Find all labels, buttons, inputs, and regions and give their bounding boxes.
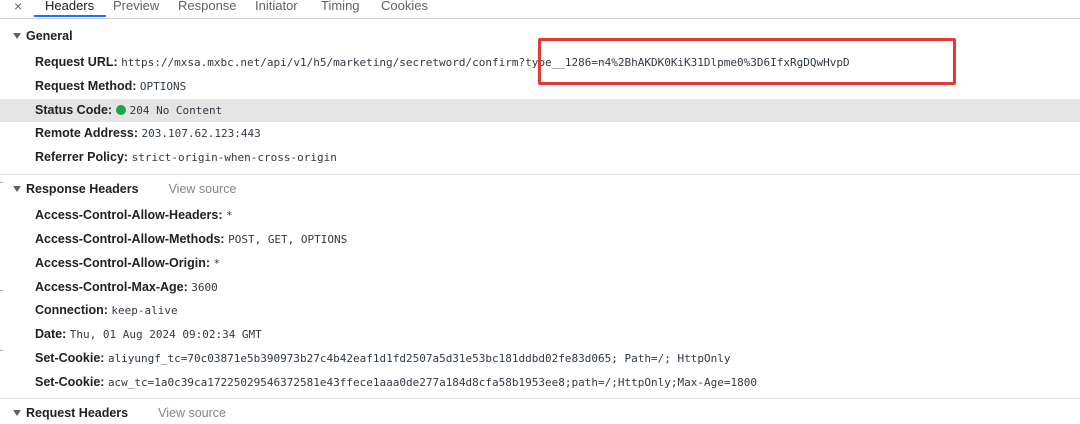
request-url-label: Request URL: (35, 55, 118, 69)
expand-triangle-icon (13, 185, 21, 192)
status-code-row: Status Code: 204 No Content (0, 99, 1080, 122)
devtools-tab-bar: × Headers Preview Response Initiator Tim… (0, 0, 1080, 19)
header-value: keep-alive (111, 304, 178, 317)
tab-preview[interactable]: Preview (113, 0, 159, 18)
edge-mark (0, 350, 3, 351)
response-headers-section-header[interactable]: Response Headers View source (0, 178, 1080, 200)
response-view-source-link[interactable]: View source (169, 182, 237, 196)
remote-address-label: Remote Address: (35, 126, 139, 140)
active-tab-indicator (34, 15, 106, 17)
header-name: Access-Control-Allow-Origin: (35, 256, 211, 270)
request-method-label: Request Method: (35, 79, 137, 93)
request-view-source-link[interactable]: View source (158, 406, 226, 420)
header-name: Set-Cookie: (35, 351, 105, 365)
edge-mark (0, 290, 3, 291)
status-code-value: 204 No Content (129, 104, 223, 117)
header-value: aliyungf_tc=70c03871e5b390973b27c4b42eaf… (107, 352, 731, 365)
header-value: Thu, 01 Aug 2024 09:02:34 GMT (69, 328, 262, 341)
header-name: Access-Control-Allow-Headers: (35, 208, 223, 222)
response-header-row: Connection: keep-alive (0, 299, 1080, 322)
response-header-row: Date: Thu, 01 Aug 2024 09:02:34 GMT (0, 323, 1080, 346)
referrer-policy-value: strict-origin-when-cross-origin (131, 151, 337, 164)
header-name: Set-Cookie: (35, 375, 105, 389)
header-name: Date: (35, 327, 67, 341)
annotation-highlight-box (538, 38, 956, 85)
header-value: acw_tc=1a0c39ca17225029546372581e43ffece… (107, 376, 757, 389)
response-headers-title: Response Headers (26, 182, 139, 196)
header-value: * (226, 209, 233, 222)
expand-triangle-icon (13, 409, 21, 416)
request-headers-section-header[interactable]: Request Headers View source (0, 402, 1080, 424)
response-header-row: Set-Cookie: acw_tc=1a0c39ca1722502954637… (0, 371, 1080, 394)
response-header-row: Set-Cookie: aliyungf_tc=70c03871e5b39097… (0, 347, 1080, 370)
response-header-row: Access-Control-Allow-Methods: POST, GET,… (0, 228, 1080, 251)
header-value: * (213, 257, 221, 270)
section-divider (0, 174, 1080, 175)
tab-initiator[interactable]: Initiator (255, 0, 298, 18)
remote-address-row: Remote Address: 203.107.62.123:443 (0, 122, 1080, 145)
close-icon[interactable]: × (14, 0, 22, 18)
response-header-row: Access-Control-Allow-Origin: * (0, 252, 1080, 275)
status-code-label: Status Code: (35, 103, 113, 117)
general-title: General (26, 29, 73, 43)
tab-cookies[interactable]: Cookies (381, 0, 428, 18)
remote-address-value: 203.107.62.123:443 (141, 127, 261, 140)
request-headers-title: Request Headers (26, 406, 129, 420)
referrer-policy-row: Referrer Policy: strict-origin-when-cros… (0, 146, 1080, 169)
response-header-row: Access-Control-Allow-Headers: * (0, 204, 1080, 227)
tab-response[interactable]: Response (178, 0, 237, 18)
header-value: 3600 (191, 281, 218, 294)
section-divider (0, 398, 1080, 399)
header-name: Connection: (35, 303, 108, 317)
request-method-value: OPTIONS (139, 80, 187, 93)
expand-triangle-icon (13, 32, 21, 39)
header-value: POST, GET, OPTIONS (228, 233, 348, 246)
tab-timing[interactable]: Timing (321, 0, 360, 18)
header-name: Access-Control-Max-Age: (35, 280, 188, 294)
edge-mark (0, 182, 3, 183)
referrer-policy-label: Referrer Policy: (35, 150, 129, 164)
response-header-row: Access-Control-Max-Age: 3600 (0, 276, 1080, 299)
status-dot-icon (115, 105, 126, 115)
header-name: Access-Control-Allow-Methods: (35, 232, 225, 246)
